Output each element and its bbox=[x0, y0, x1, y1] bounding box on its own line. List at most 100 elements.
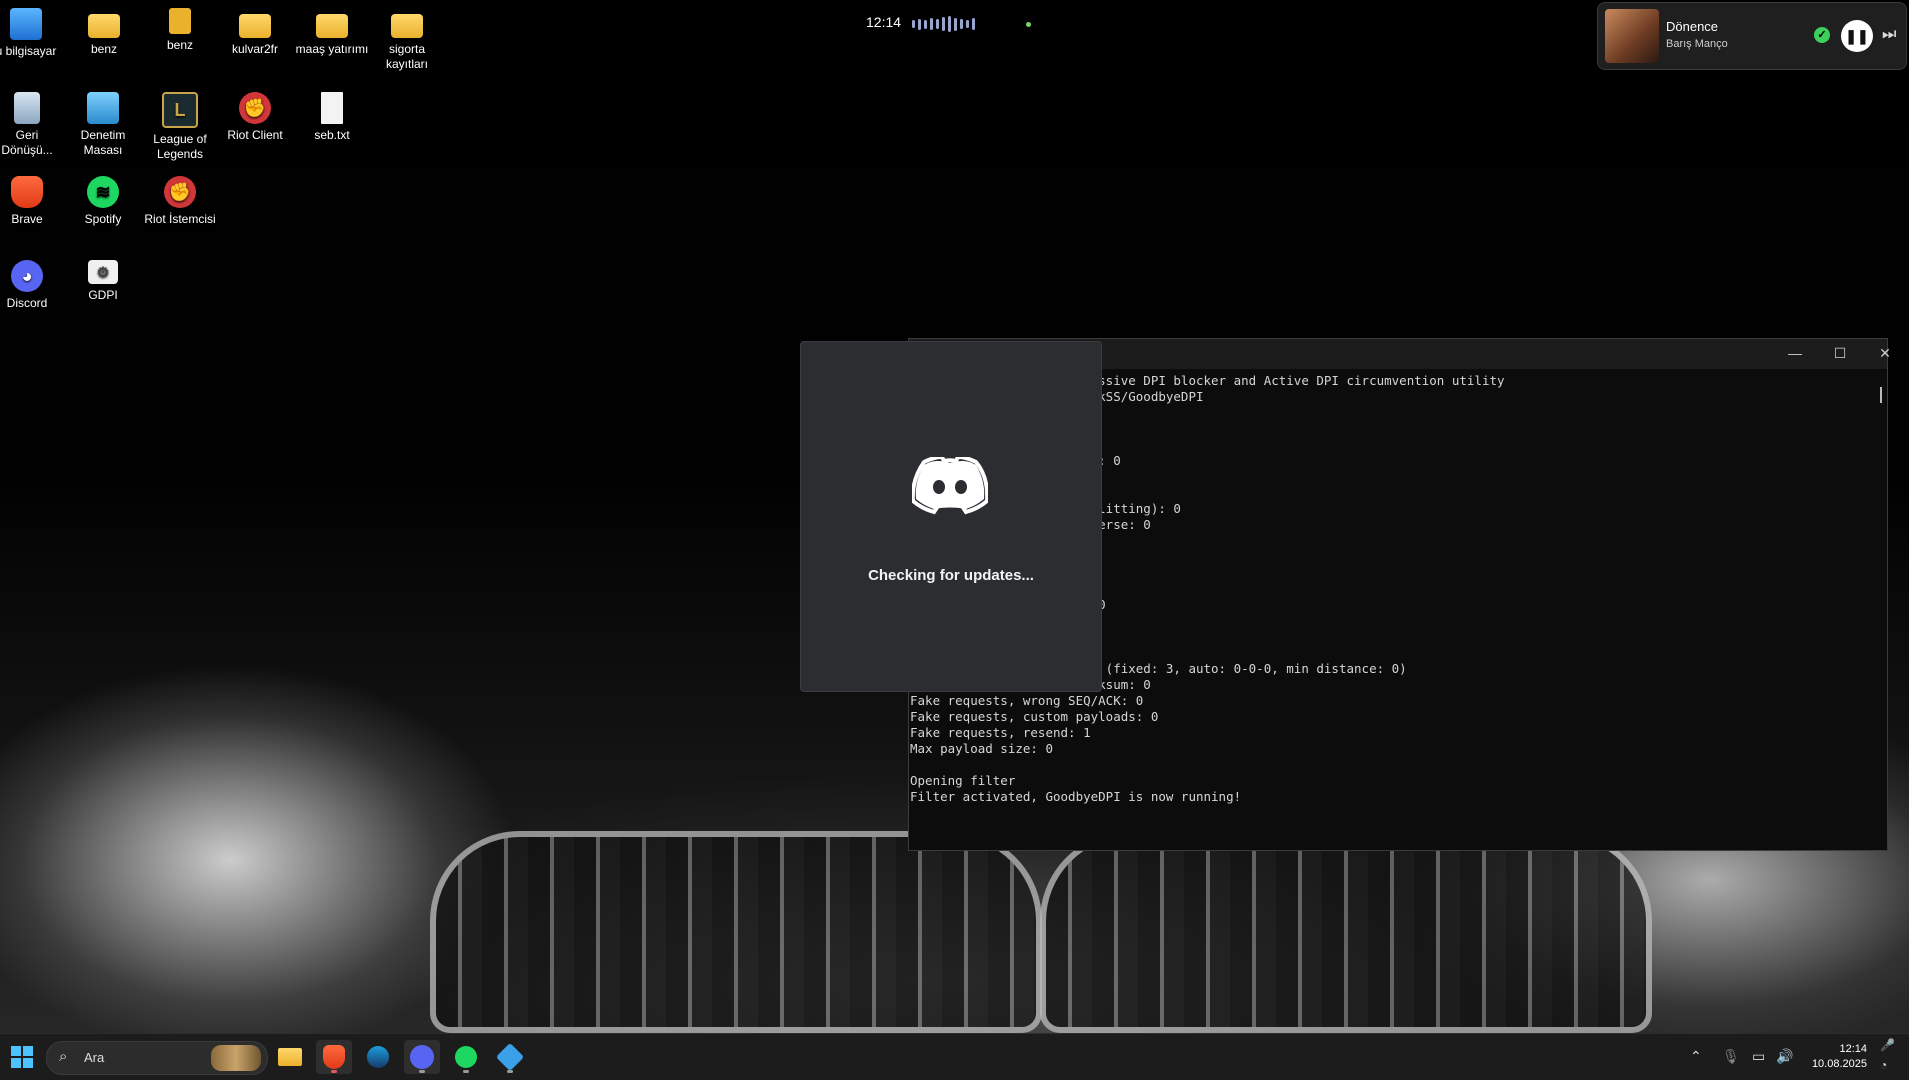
brave-lion-icon bbox=[323, 1045, 345, 1069]
taskbar: ⌕ Ara ⌃ 🎙 ▭ 🔊 12:14 10.08.2025 🎤 ◔ bbox=[0, 1033, 1909, 1080]
windows-logo-icon bbox=[11, 1046, 33, 1068]
folder-icon bbox=[391, 14, 423, 38]
desktop-icon-label: League of Legends bbox=[153, 132, 207, 161]
text-file-icon bbox=[321, 92, 343, 124]
voice-access-microphone-icon[interactable]: 🎤 bbox=[1880, 1038, 1895, 1052]
car-grille-right bbox=[1040, 831, 1652, 1033]
top-widget-time: 12:14 bbox=[866, 14, 902, 30]
taskbar-steam[interactable] bbox=[360, 1040, 396, 1074]
desktop-icon-label: Denetim Masası bbox=[80, 128, 126, 157]
taskbar-gdpi[interactable] bbox=[492, 1040, 528, 1074]
volume-icon[interactable]: 🔊 bbox=[1776, 1048, 1793, 1065]
discord-updater-splash: Checking for updates... bbox=[800, 341, 1102, 692]
notification-icon[interactable]: ◔ bbox=[1880, 1058, 1887, 1072]
desktop-icon-maas-yatirimi[interactable]: maaş yatırımı bbox=[294, 8, 370, 57]
desktop-icon-brave[interactable]: Brave bbox=[0, 176, 65, 227]
taskbar-spotify[interactable] bbox=[448, 1040, 484, 1074]
updater-status-text: Checking for updates... bbox=[868, 567, 1034, 584]
taskbar-brave[interactable] bbox=[316, 1040, 352, 1074]
desktop-icon-label: Discord bbox=[6, 296, 48, 310]
folder-icon bbox=[88, 14, 120, 38]
media-track-artist: Barış Manço bbox=[1666, 38, 1728, 50]
folder-icon bbox=[278, 1048, 302, 1066]
console-line: Fake requests, wrong SEQ/ACK: 0 bbox=[910, 693, 1144, 708]
desktop-icon-label: Riot İstemcisi bbox=[144, 212, 216, 226]
desktop-icon-label: kulvar2fr bbox=[231, 42, 278, 56]
league-of-legends-icon: L bbox=[162, 92, 198, 128]
desktop-icon-label: u bilgisayar bbox=[0, 44, 57, 58]
desktop-icon-league-of-legends[interactable]: L League of Legends bbox=[142, 92, 218, 162]
audio-wave-icon bbox=[912, 16, 975, 32]
desktop-icon-label: Geri Dönüşü... bbox=[1, 128, 53, 157]
show-hidden-icons-chevron-up-icon[interactable]: ⌃ bbox=[1690, 1048, 1702, 1065]
desktop-icon-control-panel[interactable]: Denetim Masası bbox=[65, 92, 141, 158]
clock-time: 12:14 bbox=[1839, 1043, 1867, 1055]
desktop-icon-label: GDPI bbox=[88, 288, 118, 302]
taskbar-search[interactable]: ⌕ Ara bbox=[46, 1041, 268, 1075]
control-panel-icon bbox=[87, 92, 119, 124]
desktop-icon-label: benz bbox=[90, 42, 118, 56]
pause-button[interactable]: ❚❚ bbox=[1841, 20, 1873, 52]
taskbar-clock[interactable]: 12:14 10.08.2025 bbox=[1812, 1042, 1867, 1072]
desktop-icon-benz-locked[interactable]: benz bbox=[142, 8, 218, 53]
gear-icon: ⚙ bbox=[88, 260, 118, 284]
desktop-icon-label: maaş yatırımı bbox=[295, 42, 369, 56]
desktop-icon-sigorta-kayitlari[interactable]: sigorta kayıtları bbox=[369, 8, 445, 72]
desktop-icon-label: seb.txt bbox=[314, 128, 350, 142]
discord-icon bbox=[410, 1045, 434, 1069]
folder-icon bbox=[239, 14, 271, 38]
album-art bbox=[1605, 9, 1659, 63]
riot-fist-icon: ✊ bbox=[164, 176, 196, 208]
desktop-icon-label: Brave bbox=[11, 212, 43, 226]
desktop-icon-label: Spotify bbox=[84, 212, 122, 226]
running-indicator bbox=[463, 1070, 469, 1073]
microphone-icon[interactable]: 🎙 bbox=[1722, 1048, 1740, 1065]
running-indicator bbox=[331, 1070, 337, 1073]
console-line: Filter activated, GoodbyeDPI is now runn… bbox=[910, 789, 1242, 804]
desktop-icon-gdpi[interactable]: ⚙ GDPI bbox=[65, 260, 141, 303]
maximize-button[interactable]: ☐ bbox=[1818, 345, 1862, 362]
desktop-icon-spotify[interactable]: ≋ Spotify bbox=[65, 176, 141, 227]
monitor-icon bbox=[10, 8, 42, 40]
riot-fist-icon: ✊ bbox=[239, 92, 271, 124]
car-grille-left bbox=[430, 831, 1042, 1033]
console-scrollbar[interactable] bbox=[1880, 387, 1882, 403]
discord-logo-icon bbox=[912, 457, 988, 515]
running-indicator bbox=[419, 1070, 425, 1073]
desktop-icon-kulvar2fr[interactable]: kulvar2fr bbox=[217, 8, 293, 57]
desktop-icon-riot-istemcisi[interactable]: ✊ Riot İstemcisi bbox=[142, 176, 218, 227]
desktop-icon-seb-txt[interactable]: seb.txt bbox=[294, 92, 370, 143]
discord-icon: ◕ bbox=[11, 260, 43, 292]
media-player-widget[interactable]: Dönence Barış Manço ✓ ❚❚ ⏭ bbox=[1597, 2, 1907, 70]
start-button[interactable] bbox=[4, 1040, 40, 1074]
minimize-button[interactable]: — bbox=[1773, 345, 1817, 361]
recycle-bin-icon bbox=[14, 92, 40, 124]
desktop-icon-discord[interactable]: ◕ Discord bbox=[0, 260, 65, 311]
folder-icon bbox=[316, 14, 348, 38]
spotify-icon: ≋ bbox=[87, 176, 119, 208]
close-button[interactable]: ✕ bbox=[1863, 345, 1907, 362]
network-icon[interactable]: ▭ bbox=[1752, 1048, 1765, 1065]
spotify-check-icon: ✓ bbox=[1814, 27, 1830, 43]
desktop-icon-label: sigorta kayıtları bbox=[385, 42, 428, 71]
taskbar-discord[interactable] bbox=[404, 1040, 440, 1074]
console-line: Opening filter bbox=[910, 773, 1016, 788]
search-placeholder: Ara bbox=[84, 1050, 105, 1065]
clock-date: 10.08.2025 bbox=[1811, 1058, 1867, 1070]
desktop-icon-benz-folder[interactable]: benz bbox=[66, 8, 142, 57]
desktop-icon-riot-client[interactable]: ✊ Riot Client bbox=[217, 92, 293, 143]
taskbar-file-explorer[interactable] bbox=[272, 1040, 308, 1074]
lock-icon bbox=[169, 8, 191, 34]
search-icon: ⌕ bbox=[59, 1048, 68, 1065]
search-highlight-image bbox=[211, 1045, 261, 1071]
console-line: Fake requests, custom payloads: 0 bbox=[910, 709, 1159, 724]
status-dot-icon bbox=[1026, 22, 1031, 27]
media-track-title: Dönence bbox=[1666, 19, 1719, 34]
brave-lion-icon bbox=[11, 176, 43, 208]
gdpi-app-icon bbox=[495, 1042, 525, 1072]
desktop-icon-label: benz bbox=[166, 38, 194, 52]
desktop-icon-this-pc[interactable]: u bilgisayar bbox=[0, 8, 64, 59]
next-track-button[interactable]: ⏭ bbox=[1882, 26, 1896, 44]
desktop-icon-recycle-bin[interactable]: Geri Dönüşü... bbox=[0, 92, 65, 158]
